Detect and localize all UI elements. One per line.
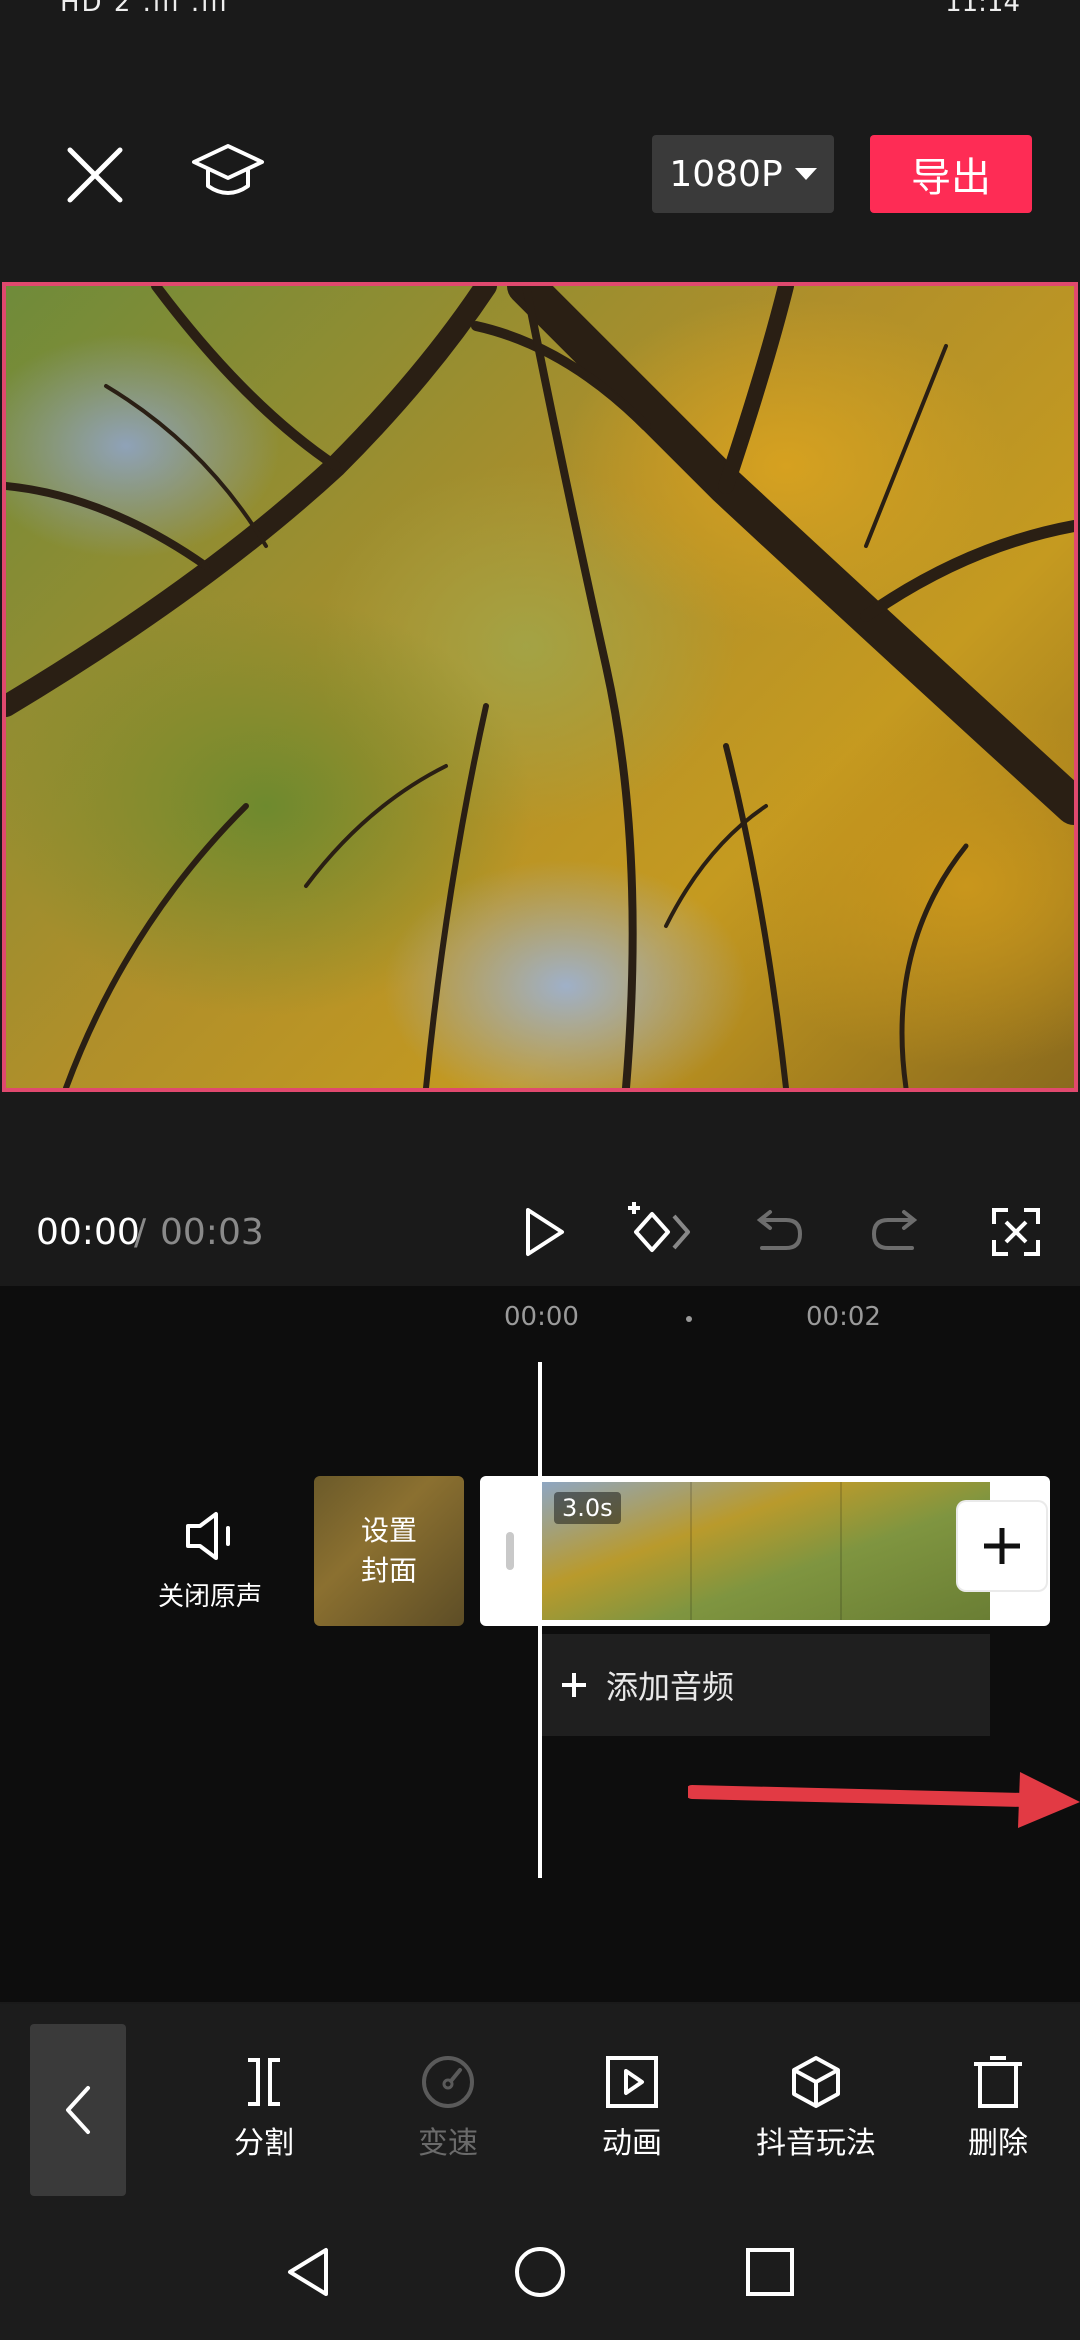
- status-bar: HD 2 .ıll .ıll 11:14: [0, 0, 1080, 30]
- mute-original-label: 关闭原声: [157, 1582, 262, 1612]
- square-recents-icon: [746, 2248, 794, 2296]
- status-signal: HD 2 .ıll .ıll: [60, 0, 229, 18]
- chevron-left-icon: [66, 2086, 90, 2134]
- timeline[interactable]: 00:00 00:02 关闭原声 设置 封面 3.0s 添加音频: [0, 1286, 1080, 2002]
- delete-icon: [974, 2056, 1022, 2108]
- playhead[interactable]: [538, 1362, 542, 1878]
- fullscreen-icon: [992, 1208, 1040, 1256]
- tool-animation[interactable]: 动画: [552, 2054, 712, 2184]
- redo-button[interactable]: [864, 1200, 928, 1264]
- status-clock: 11:14: [945, 0, 1020, 18]
- tutorial-button[interactable]: [190, 138, 266, 206]
- tool-delete[interactable]: 删除: [918, 2054, 1078, 2184]
- add-audio-button[interactable]: 添加音频: [540, 1634, 990, 1736]
- redo-icon: [871, 1210, 918, 1250]
- edit-toolbar: 分割 变速 动画 抖音玩法 删除: [0, 2004, 1080, 2204]
- tool-label: 分割: [234, 2126, 294, 2161]
- current-time: 00:00: [36, 1212, 140, 1253]
- resolution-dropdown[interactable]: 1080P: [652, 135, 834, 213]
- clip-duration: 3.0s: [554, 1492, 621, 1524]
- top-bar: 1080P 导出: [0, 30, 1080, 280]
- system-nav-bar: [0, 2204, 1080, 2340]
- close-icon: [67, 147, 123, 203]
- nav-recents-button[interactable]: [742, 2244, 798, 2300]
- tool-label: 抖音玩法: [756, 2126, 876, 2161]
- circle-home-icon: [515, 2247, 565, 2297]
- tool-douyin-effects[interactable]: 抖音玩法: [736, 2054, 896, 2184]
- graduation-cap-icon: [192, 144, 264, 195]
- export-button[interactable]: 导出: [870, 135, 1032, 213]
- add-keyframe-icon: [628, 1202, 690, 1252]
- add-audio-label: 添加音频: [606, 1668, 735, 1706]
- cube-icon: [792, 2056, 840, 2108]
- tool-label: 动画: [602, 2126, 662, 2161]
- set-cover-label: 设置 封面: [360, 1514, 417, 1587]
- speed-icon: [422, 2056, 474, 2108]
- resolution-value: 1080P: [669, 153, 783, 195]
- fullscreen-button[interactable]: [984, 1200, 1048, 1264]
- clip-thumbnails: 3.0s: [542, 1482, 990, 1620]
- tool-label: 删除: [968, 2126, 1028, 2161]
- chevron-down-icon: [794, 168, 817, 180]
- tool-split[interactable]: 分割: [184, 2054, 344, 2184]
- annotation-arrow-icon: [688, 1772, 1080, 1828]
- close-button[interactable]: [62, 142, 128, 208]
- nav-home-button[interactable]: [512, 2244, 568, 2300]
- undo-button[interactable]: [746, 1200, 810, 1264]
- clip-trim-handle[interactable]: [506, 1532, 514, 1570]
- total-time: 00:03: [160, 1212, 264, 1253]
- video-preview[interactable]: [2, 282, 1078, 1092]
- plus-icon: [562, 1673, 586, 1697]
- toolbar-back-button[interactable]: [30, 2024, 126, 2196]
- plus-icon: [984, 1528, 1020, 1564]
- preview-image: [6, 286, 1074, 1088]
- time-separator: /: [134, 1212, 147, 1253]
- undo-icon: [756, 1210, 803, 1250]
- set-cover-button[interactable]: 设置 封面: [314, 1476, 464, 1626]
- split-icon: [248, 2058, 280, 2106]
- triangle-back-icon: [288, 2248, 328, 2296]
- playback-controls: 00:00 / 00:03: [0, 1180, 1080, 1280]
- add-clip-button[interactable]: [958, 1502, 1046, 1590]
- speaker-icon: [186, 1512, 230, 1560]
- ruler-label: 00:02: [806, 1302, 881, 1332]
- keyframe-button[interactable]: [622, 1200, 692, 1264]
- play-icon: [526, 1208, 564, 1256]
- tool-label: 变速: [418, 2126, 478, 2161]
- ruler-dot: [686, 1316, 692, 1322]
- ruler-label: 00:00: [504, 1302, 579, 1332]
- play-button[interactable]: [510, 1200, 574, 1264]
- animation-icon: [606, 2056, 658, 2108]
- tool-speed[interactable]: 变速: [368, 2054, 528, 2184]
- nav-back-button[interactable]: [282, 2244, 338, 2300]
